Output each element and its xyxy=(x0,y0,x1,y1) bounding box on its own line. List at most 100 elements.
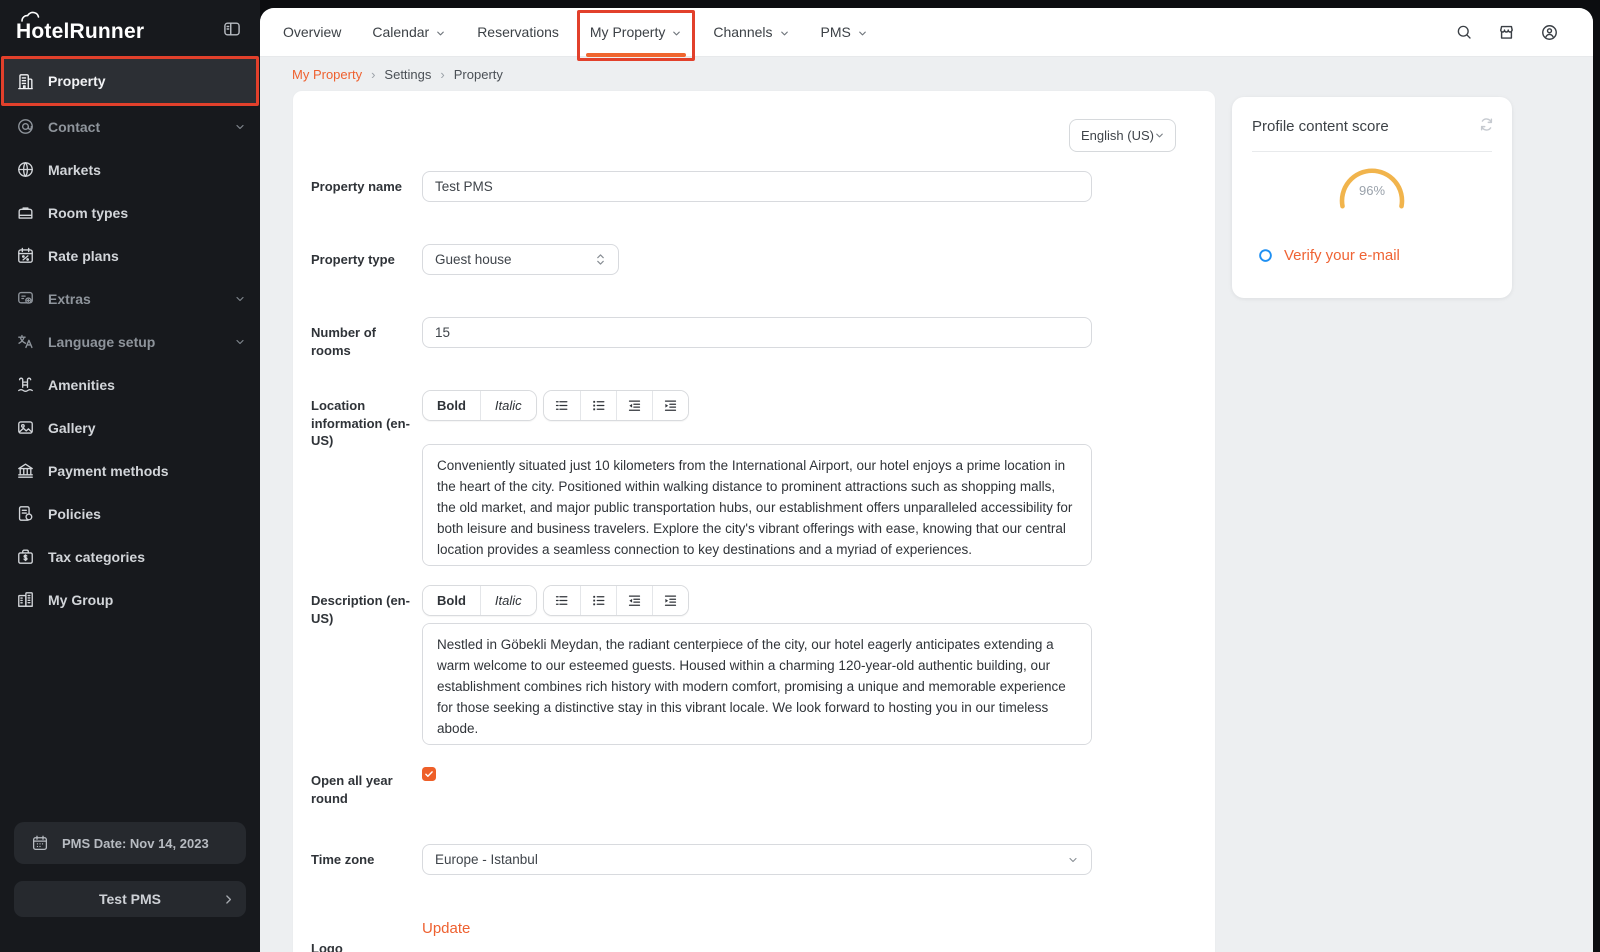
ordered-list-button[interactable] xyxy=(544,391,580,420)
description-textarea[interactable]: Nestled in Göbekli Meydan, the radiant c… xyxy=(422,623,1092,745)
refresh-icon[interactable] xyxy=(1478,116,1495,133)
italic-button[interactable]: Italic xyxy=(480,391,536,420)
breadcrumb-settings[interactable]: Settings xyxy=(384,67,431,82)
sidebar-item-policies[interactable]: Policies xyxy=(0,492,260,535)
verify-email-label: Verify your e-mail xyxy=(1284,247,1400,264)
sidebar-item-room-types[interactable]: Room types xyxy=(0,191,260,234)
chevron-down-icon xyxy=(234,121,246,133)
property-settings-form: English (US) Property name Property type… xyxy=(292,90,1216,952)
property-type-label: Property type xyxy=(311,251,415,269)
nav-item-channels[interactable]: Channels xyxy=(713,8,789,57)
property-name-input[interactable] xyxy=(422,171,1092,202)
sidebar-item-payment-methods[interactable]: Payment methods xyxy=(0,449,260,492)
indent-icon xyxy=(663,398,678,413)
sidebar-item-label: Amenities xyxy=(48,377,115,393)
sidebar-header: HotelRunner xyxy=(0,0,260,57)
indent-icon xyxy=(663,593,678,608)
bullet-list-button[interactable] xyxy=(580,391,616,420)
sidebar-item-amenities[interactable]: Amenities xyxy=(0,363,260,406)
topbar-icon-group xyxy=(1455,23,1593,42)
search-icon[interactable] xyxy=(1455,23,1473,41)
property-switcher-button[interactable]: Test PMS xyxy=(14,881,246,917)
italic-button[interactable]: Italic xyxy=(480,586,536,615)
bold-button[interactable]: Bold xyxy=(423,586,480,615)
sidebar-item-language-setup[interactable]: Language setup xyxy=(0,320,260,363)
breadcrumb-separator: › xyxy=(371,67,375,82)
sidebar-item-label: Gallery xyxy=(48,420,95,436)
location-information-textarea[interactable]: Conveniently situated just 10 kilometers… xyxy=(422,444,1092,566)
globe-icon xyxy=(16,160,35,179)
breadcrumb-my-property[interactable]: My Property xyxy=(292,67,362,82)
list-indent-group xyxy=(543,390,689,421)
sidebar-item-property[interactable]: Property xyxy=(2,57,258,105)
score-gauge: 96% xyxy=(1302,157,1442,219)
sidebar-nav: Property Contact Markets Room types Rate… xyxy=(0,57,260,621)
active-tab-underline xyxy=(586,53,686,57)
nav-item-overview[interactable]: Overview xyxy=(283,8,341,57)
sidebar-item-label: Payment methods xyxy=(48,463,169,479)
store-icon[interactable] xyxy=(1497,23,1516,42)
sidebar-item-markets[interactable]: Markets xyxy=(0,148,260,191)
sidebar-item-gallery[interactable]: Gallery xyxy=(0,406,260,449)
logo-update-link[interactable]: Update xyxy=(422,920,470,937)
radio-circle-icon xyxy=(1258,248,1273,263)
check-icon xyxy=(424,769,434,779)
outdent-icon xyxy=(627,398,642,413)
bold-button[interactable]: Bold xyxy=(423,391,480,420)
nav-label: My Property xyxy=(590,24,665,40)
bullet-list-icon xyxy=(591,398,606,413)
indent-button[interactable] xyxy=(652,586,688,615)
sidebar-item-label: Contact xyxy=(48,119,100,135)
pool-ladder-icon xyxy=(16,375,35,394)
breadcrumb-separator: › xyxy=(440,67,444,82)
bed-icon xyxy=(16,203,35,222)
annotation-box-property xyxy=(1,56,259,106)
hotelrunner-logo[interactable]: HotelRunner xyxy=(16,15,144,42)
description-label: Description (en-US) xyxy=(311,592,415,627)
sidebar-item-label: Rate plans xyxy=(48,248,119,264)
bullet-list-button[interactable] xyxy=(580,586,616,615)
calendar-percent-icon xyxy=(16,246,35,265)
nav-item-pms[interactable]: PMS xyxy=(821,8,868,57)
sidebar-item-extras[interactable]: Extras xyxy=(0,277,260,320)
chevron-down-icon xyxy=(234,336,246,348)
nav-item-calendar[interactable]: Calendar xyxy=(372,8,446,57)
open-all-year-checkbox[interactable] xyxy=(422,767,436,781)
profile-score-title: Profile content score xyxy=(1252,118,1389,135)
verify-email-action[interactable]: Verify your e-mail xyxy=(1258,247,1400,264)
extras-icon xyxy=(16,289,35,308)
sidebar-item-label: Extras xyxy=(48,291,91,307)
pms-date-button[interactable]: PMS Date: Nov 14, 2023 xyxy=(14,822,246,864)
account-icon[interactable] xyxy=(1540,23,1559,42)
outdent-button[interactable] xyxy=(616,391,652,420)
at-icon xyxy=(16,117,35,136)
chevron-down-icon xyxy=(779,28,790,39)
sidebar-collapse-icon[interactable] xyxy=(222,19,242,39)
sidebar-item-contact[interactable]: Contact xyxy=(0,105,260,148)
property-type-select[interactable]: Guest house xyxy=(422,244,619,275)
outdent-button[interactable] xyxy=(616,586,652,615)
chevron-down-icon xyxy=(1067,854,1079,866)
number-of-rooms-label: Number of rooms xyxy=(311,324,415,359)
nav-item-my-property[interactable]: My Property xyxy=(590,8,682,57)
number-of-rooms-input[interactable] xyxy=(422,317,1092,348)
up-down-caret-icon xyxy=(595,252,606,267)
property-type-value: Guest house xyxy=(435,252,512,267)
location-editor-toolbar: Bold Italic xyxy=(422,390,689,421)
pms-date-label: PMS Date: Nov 14, 2023 xyxy=(62,836,209,851)
ordered-list-icon xyxy=(554,398,569,413)
sidebar-item-tax-categories[interactable]: Tax categories xyxy=(0,535,260,578)
sidebar-item-label: Policies xyxy=(48,506,101,522)
content-language-select[interactable]: English (US) xyxy=(1069,119,1176,152)
property-switcher-label: Test PMS xyxy=(99,891,161,907)
chevron-down-icon xyxy=(671,28,682,39)
breadcrumb-property: Property xyxy=(454,67,503,82)
sidebar-item-my-group[interactable]: My Group xyxy=(0,578,260,621)
time-zone-select[interactable]: Europe - Istanbul xyxy=(422,844,1092,875)
nav-item-reservations[interactable]: Reservations xyxy=(477,8,559,57)
nav-label: Overview xyxy=(283,24,341,40)
sidebar-item-rate-plans[interactable]: Rate plans xyxy=(0,234,260,277)
indent-button[interactable] xyxy=(652,391,688,420)
ordered-list-button[interactable] xyxy=(544,586,580,615)
group-buildings-icon xyxy=(16,590,35,609)
